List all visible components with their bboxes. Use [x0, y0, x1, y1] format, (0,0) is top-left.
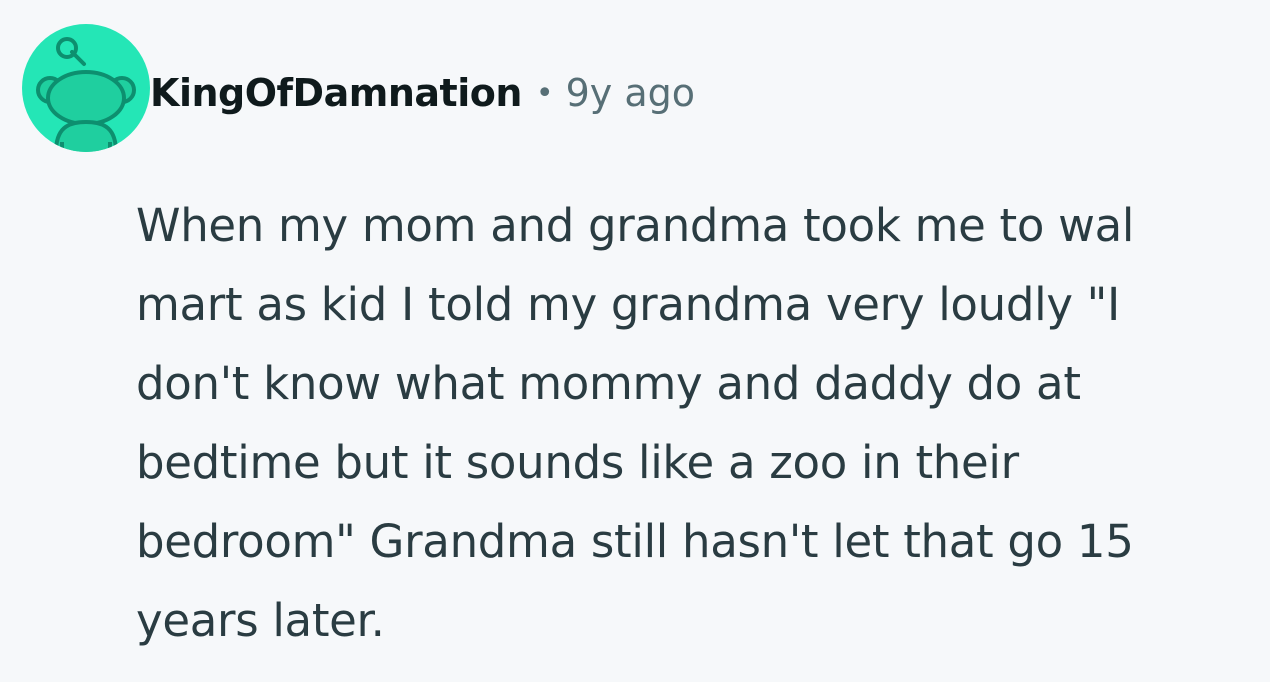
meta-separator: •: [535, 75, 554, 111]
comment-body-line: mart as kid I told my grandma very loudl…: [136, 278, 1121, 331]
comment-body-line: bedtime but it sounds like a zoo in thei…: [136, 436, 1019, 489]
comment-meta: KingOfDamnation • 9y ago: [150, 62, 695, 124]
avatar[interactable]: [22, 24, 150, 152]
author-username[interactable]: KingOfDamnation: [150, 71, 522, 115]
comment-body-line: When my mom and grandma took me to wal: [136, 199, 1135, 252]
comment-body: When my mom and grandma took me to wal m…: [136, 186, 1256, 660]
comment-timestamp[interactable]: 9y ago: [566, 71, 695, 115]
comment: KingOfDamnation • 9y ago When my mom and…: [0, 0, 1270, 682]
snoo-avatar-icon: [36, 37, 136, 152]
comment-body-line: don't know what mommy and daddy do at: [136, 357, 1081, 410]
comment-body-line: bedroom" Grandma still hasn't let that g…: [136, 515, 1134, 568]
comment-body-line: years later.: [136, 594, 385, 647]
